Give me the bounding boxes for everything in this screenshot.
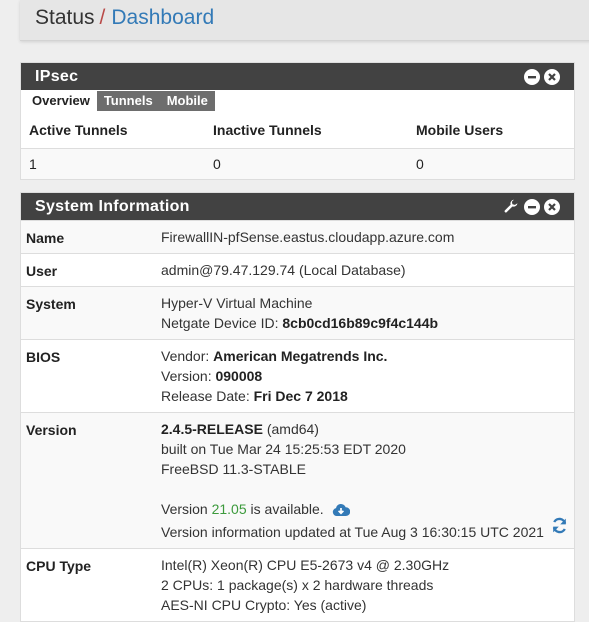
system-device-id-line: Netgate Device ID: 8cb0cd16b89c9f4c144b	[161, 313, 574, 333]
version-built: built on Tue Mar 24 15:25:53 EDT 2020	[161, 441, 406, 457]
name-value: FirewallIN-pfSense.eastus.cloudapp.azure…	[161, 229, 455, 245]
breadcrumb: Status / Dashboard	[20, 0, 589, 41]
sysinfo-row-cpu: CPU Type Intel(R) Xeon(R) CPU E5-2673 v4…	[21, 548, 574, 621]
ipsec-table-header: Active Tunnels Inactive Tunnels Mobile U…	[21, 112, 574, 149]
mobile-users-value: 0	[416, 156, 424, 172]
tab-overview[interactable]: Overview	[25, 91, 97, 111]
wrench-icon[interactable]	[502, 198, 520, 216]
system-value: Hyper-V Virtual Machine Netgate Device I…	[156, 287, 574, 339]
bios-version: 090008	[215, 368, 263, 384]
tab-mobile[interactable]: Mobile	[159, 91, 215, 111]
version-value: 2.4.5-RELEASE (amd64) built on Tue Mar 2…	[156, 413, 574, 548]
name-label: Name	[26, 230, 65, 246]
bios-date-line: Release Date: Fri Dec 7 2018	[161, 386, 574, 406]
sysinfo-title: System Information	[35, 198, 190, 215]
version-available-number: 21.05	[211, 501, 247, 517]
column-inactive-tunnels: Inactive Tunnels	[213, 122, 322, 138]
version-os: FreeBSD 11.3-STABLE	[161, 461, 306, 477]
close-icon[interactable]	[544, 68, 560, 85]
version-release: 2.4.5-RELEASE	[161, 421, 263, 437]
refresh-icon[interactable]	[551, 517, 568, 539]
version-label: Version	[26, 422, 77, 438]
column-active-tunnels: Active Tunnels	[29, 122, 128, 138]
minimize-icon[interactable]	[524, 198, 540, 215]
cpu-model: Intel(R) Xeon(R) CPU E5-2673 v4 @ 2.30GH…	[161, 557, 450, 573]
sysinfo-row-version: Version 2.4.5-RELEASE (amd64) built on T…	[21, 412, 574, 548]
close-icon[interactable]	[544, 198, 560, 215]
version-available-line: Version 21.05 is available.	[161, 499, 574, 522]
device-id-value: 8cb0cd16b89c9f4c144b	[282, 315, 439, 331]
version-arch: (amd64)	[262, 421, 319, 437]
inactive-tunnels-value: 0	[213, 156, 221, 172]
bios-vendor-prefix: Vendor:	[161, 348, 214, 364]
breadcrumb-dashboard-link[interactable]: Dashboard	[111, 6, 214, 29]
breadcrumb-separator: /	[99, 6, 106, 29]
system-information-widget: System Information Name FirewallIN-pfSen…	[20, 192, 575, 622]
ipsec-tabs: Overview Tunnels Mobile	[21, 91, 574, 111]
column-mobile-users: Mobile Users	[416, 122, 504, 138]
breadcrumb-status: Status	[35, 6, 95, 29]
ipsec-title: IPsec	[35, 68, 79, 85]
tab-tunnels[interactable]: Tunnels	[96, 91, 160, 111]
version-release-line: 2.4.5-RELEASE (amd64)	[161, 419, 574, 439]
sysinfo-row-system: System Hyper-V Virtual Machine Netgate D…	[21, 286, 574, 339]
bios-vendor-line: Vendor: American Megatrends Inc.	[161, 346, 574, 366]
bios-value: Vendor: American Megatrends Inc. Version…	[156, 340, 574, 412]
version-updated: Version information updated at Tue Aug 3…	[161, 524, 544, 540]
user-value: admin@79.47.129.74 (Local Database)	[161, 262, 406, 278]
cpu-label: CPU Type	[26, 558, 92, 574]
system-label: System	[26, 296, 76, 312]
bios-label: BIOS	[26, 349, 61, 365]
sysinfo-row-bios: BIOS Vendor: American Megatrends Inc. Ve…	[21, 339, 574, 412]
cpu-value: Intel(R) Xeon(R) CPU E5-2673 v4 @ 2.30GH…	[156, 549, 574, 621]
version-available-suffix: is available.	[246, 501, 324, 517]
minimize-icon[interactable]	[524, 68, 540, 85]
system-platform: Hyper-V Virtual Machine	[161, 295, 313, 311]
cloud-download-icon[interactable]	[332, 502, 350, 522]
ipsec-heading: IPsec	[21, 63, 574, 90]
table-row: 1 0 0	[21, 149, 574, 179]
sysinfo-row-name: Name FirewallIN-pfSense.eastus.cloudapp.…	[21, 220, 574, 253]
bios-vendor: American Megatrends Inc.	[213, 348, 388, 364]
bios-date: Fri Dec 7 2018	[253, 388, 348, 404]
cpu-count: 2 CPUs: 1 package(s) x 2 hardware thread…	[161, 577, 434, 593]
bios-version-line: Version: 090008	[161, 366, 574, 386]
device-id-prefix: Netgate Device ID:	[161, 315, 283, 331]
version-available-prefix: Version	[161, 501, 212, 517]
cpu-crypto: AES-NI CPU Crypto: Yes (active)	[161, 597, 367, 613]
bios-version-prefix: Version:	[161, 368, 216, 384]
ipsec-widget: IPsec Overview Tunnels Mobile Active Tun…	[20, 62, 575, 180]
user-label: User	[26, 263, 58, 279]
active-tunnels-value: 1	[29, 156, 37, 172]
sysinfo-heading: System Information	[21, 193, 574, 220]
bios-date-prefix: Release Date:	[161, 388, 254, 404]
sysinfo-row-user: User admin@79.47.129.74 (Local Database)	[21, 253, 574, 286]
